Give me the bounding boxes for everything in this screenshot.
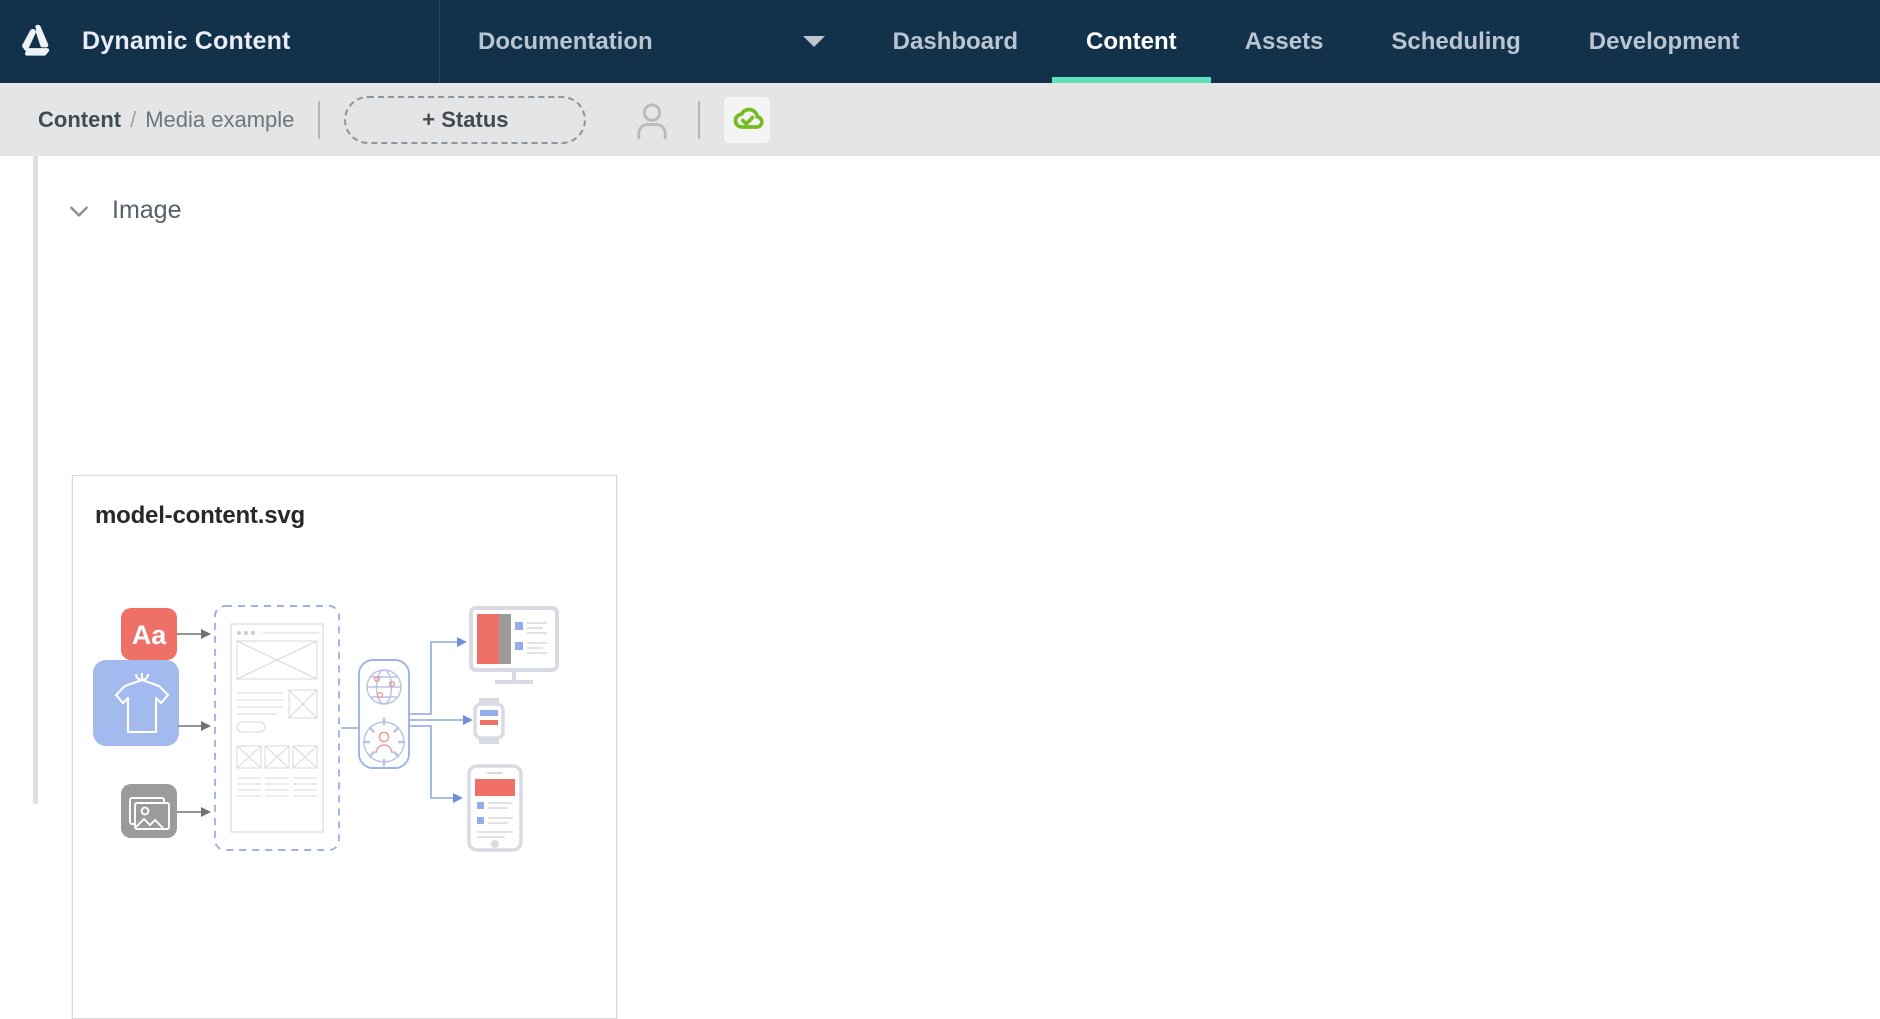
- content-area: Image model-content.svg Aa: [0, 156, 1880, 1019]
- cloud-check-icon: [734, 107, 765, 129]
- add-status-button[interactable]: + Status: [344, 95, 587, 144]
- amplience-logo-icon: [22, 24, 50, 56]
- chevron-down-icon: [70, 206, 88, 217]
- breadcrumb-toolbar: Content / Media example + Status: [0, 83, 1880, 156]
- image-section: Image: [66, 196, 306, 225]
- content-model-diagram: Aa: [93, 605, 559, 852]
- toolbar-divider-2: [698, 100, 701, 139]
- tab-content[interactable]: Content: [1052, 0, 1211, 83]
- tab-scheduling-label: Scheduling: [1391, 27, 1521, 55]
- image-section-title: Image: [112, 196, 182, 224]
- app-name: Dynamic Content: [82, 27, 291, 55]
- media-preview-card[interactable]: model-content.svg Aa: [72, 475, 617, 1019]
- brand-home-link[interactable]: Dynamic Content: [0, 0, 440, 83]
- publish-status-button[interactable]: [724, 96, 771, 143]
- desktop-monitor-icon: [469, 606, 559, 684]
- chevron-down-icon: [802, 36, 825, 47]
- tab-assets-label: Assets: [1244, 27, 1324, 55]
- active-tab-indicator: [1052, 77, 1211, 83]
- user-avatar-icon[interactable]: [630, 98, 674, 142]
- nav-items: Documentation Dashboard Content Assets S…: [440, 0, 1880, 83]
- media-filename: model-content.svg: [95, 502, 305, 529]
- svg-text:Aa: Aa: [132, 620, 167, 650]
- tab-content-label: Content: [1086, 27, 1177, 55]
- nav-dropdown-documentation[interactable]: Documentation: [440, 0, 859, 83]
- image-section-toggle[interactable]: Image: [66, 196, 306, 225]
- breadcrumb-current-item: Media example: [145, 106, 295, 132]
- breadcrumb-root-link[interactable]: Content: [38, 107, 121, 133]
- smartwatch-icon: [473, 698, 505, 744]
- nav-dropdown-label: Documentation: [478, 27, 653, 55]
- tab-development[interactable]: Development: [1555, 0, 1774, 83]
- globe-network-icon: [366, 669, 402, 705]
- product-shirt-icon: [93, 660, 179, 746]
- tab-dashboard[interactable]: Dashboard: [859, 0, 1052, 83]
- page-wireframe: [230, 623, 324, 833]
- gear-user-icon: [362, 717, 406, 767]
- add-status-label: + Status: [422, 106, 509, 132]
- tab-dashboard-label: Dashboard: [892, 27, 1019, 55]
- top-navigation-bar: Dynamic Content Documentation Dashboard …: [0, 0, 1880, 83]
- toolbar-divider-1: [318, 100, 321, 139]
- tab-development-label: Development: [1588, 27, 1740, 55]
- breadcrumb-separator: /: [130, 106, 137, 132]
- tab-assets[interactable]: Assets: [1211, 0, 1358, 83]
- form-left-rail: [33, 156, 38, 804]
- smartphone-icon: [467, 764, 523, 852]
- tab-scheduling[interactable]: Scheduling: [1357, 0, 1554, 83]
